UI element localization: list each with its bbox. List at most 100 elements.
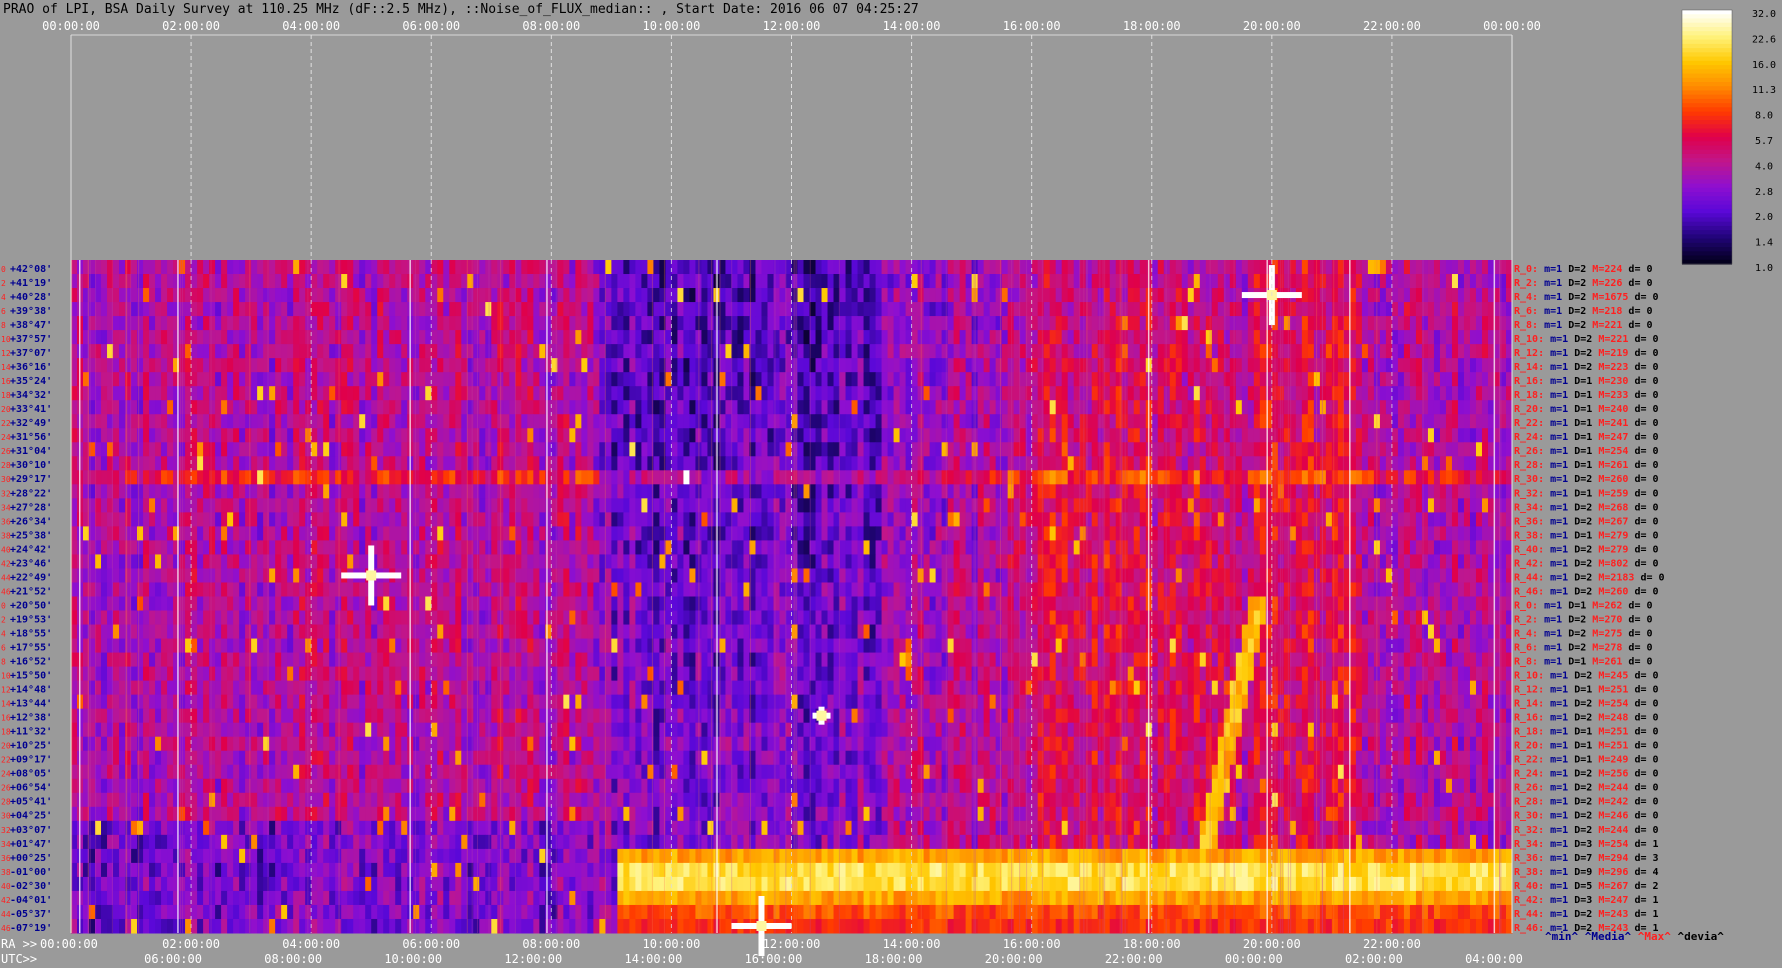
heat-cell — [767, 330, 774, 345]
heat-cell — [1355, 400, 1363, 415]
heat-cell — [287, 330, 294, 345]
heat-cell — [1049, 428, 1057, 443]
heat-cell — [557, 372, 564, 387]
heat-cell — [959, 288, 967, 303]
heat-cell — [857, 344, 865, 359]
heat-cell — [1463, 316, 1471, 331]
heat-cell — [215, 400, 222, 415]
heat-cell — [581, 456, 588, 471]
heat-cell — [1235, 526, 1243, 541]
heat-cell — [203, 302, 210, 317]
heat-cell — [137, 288, 144, 303]
heat-cell — [551, 372, 558, 387]
heat-cell — [455, 330, 462, 345]
heat-cell — [149, 540, 156, 555]
heat-cell — [1001, 372, 1009, 387]
heat-cell — [1229, 358, 1237, 373]
heat-cell — [1067, 344, 1075, 359]
heat-cell — [167, 484, 174, 499]
heat-cell — [1307, 344, 1315, 359]
heat-cell — [941, 330, 949, 345]
heat-cell — [1193, 302, 1201, 317]
heat-cell — [1259, 302, 1267, 317]
heat-cell — [335, 260, 342, 275]
heat-cell — [1397, 512, 1405, 527]
heat-cell — [527, 526, 534, 541]
heat-cell — [677, 330, 684, 345]
heat-cell — [515, 456, 522, 471]
heat-cell — [767, 498, 774, 513]
heat-cell — [887, 456, 895, 471]
heat-cell — [1457, 470, 1465, 485]
heat-cell — [401, 386, 408, 401]
heat-cell — [1397, 526, 1405, 541]
heat-cell — [1007, 442, 1015, 457]
heat-cell — [629, 274, 636, 289]
heat-cell — [1175, 330, 1183, 345]
heat-cell — [1253, 372, 1261, 387]
heat-cell — [371, 498, 378, 513]
heat-cell — [1109, 288, 1117, 303]
heat-cell — [779, 526, 786, 541]
heat-cell — [161, 358, 168, 373]
heat-cell — [641, 540, 648, 555]
heat-cell — [881, 330, 889, 345]
heat-cell — [377, 358, 384, 373]
heat-cell — [1481, 442, 1489, 457]
heat-cell — [299, 316, 306, 331]
heat-cell — [581, 470, 588, 485]
heat-cell — [281, 400, 288, 415]
heat-cell — [629, 428, 636, 443]
heat-cell — [1079, 526, 1087, 541]
heat-cell — [1151, 470, 1159, 485]
heat-cell — [1439, 456, 1447, 471]
heat-cell — [311, 358, 318, 373]
heat-cell — [959, 414, 967, 429]
heat-cell — [1469, 274, 1477, 289]
heat-cell — [533, 540, 540, 555]
heat-cell — [1037, 456, 1045, 471]
heat-cell — [155, 260, 162, 275]
heat-cell — [941, 540, 949, 555]
heat-cell — [605, 484, 612, 499]
heat-cell — [767, 456, 774, 471]
heat-cell — [593, 372, 600, 387]
heat-cell — [365, 428, 372, 443]
heat-cell — [389, 400, 396, 415]
heat-cell — [587, 540, 594, 555]
heat-cell — [641, 288, 648, 303]
heat-cell — [563, 470, 570, 485]
heat-cell — [929, 484, 937, 499]
heat-cell — [893, 330, 901, 345]
heat-cell — [581, 386, 588, 401]
heat-cell — [455, 400, 462, 415]
heat-cell — [149, 344, 156, 359]
heat-cell — [263, 302, 270, 317]
heat-cell — [677, 302, 684, 317]
heat-cell — [1277, 400, 1285, 415]
heat-cell — [1325, 358, 1333, 373]
heat-cell — [1451, 316, 1459, 331]
heat-cell — [983, 498, 991, 513]
heat-cell — [887, 540, 895, 555]
heat-cell — [995, 288, 1003, 303]
heat-cell — [605, 414, 612, 429]
heat-cell — [1463, 526, 1471, 541]
heat-cell — [539, 498, 546, 513]
heat-cell — [791, 498, 798, 513]
heat-cell — [881, 484, 889, 499]
heat-cell — [209, 414, 216, 429]
heat-cell — [1229, 414, 1237, 429]
heat-cell — [161, 470, 168, 485]
heat-cell — [551, 288, 558, 303]
heat-cell — [701, 386, 708, 401]
heat-cell — [617, 344, 624, 359]
heat-cell — [1109, 372, 1117, 387]
heat-cell — [707, 526, 714, 541]
heat-cell — [767, 414, 774, 429]
heat-cell — [593, 540, 600, 555]
heat-cell — [1487, 330, 1495, 345]
heat-cell — [743, 288, 750, 303]
heat-cell — [1391, 358, 1399, 373]
heat-cell — [959, 274, 967, 289]
